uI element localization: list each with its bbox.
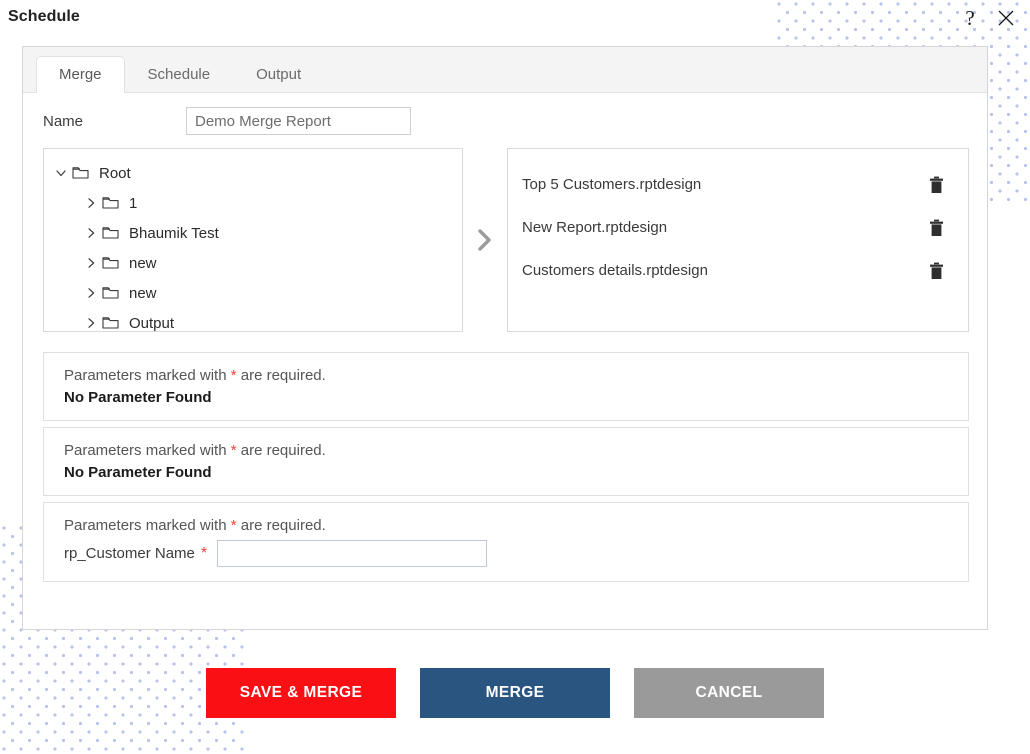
parameter-hint-before: Parameters marked with: [64, 367, 231, 384]
selected-report-name: Customers details.rptdesign: [522, 262, 708, 279]
parameter-section-2: Parameters marked with * are required. N…: [43, 427, 969, 496]
rp-customer-name-input[interactable]: [217, 540, 488, 567]
parameter-hint-after: are required.: [236, 367, 326, 384]
list-item[interactable]: Top 5 Customers.rptdesign: [508, 163, 968, 206]
folder-icon: [100, 194, 121, 212]
tree-node-1[interactable]: 1: [44, 188, 462, 218]
tab-merge[interactable]: Merge: [36, 56, 125, 93]
required-asterisk: *: [200, 544, 208, 562]
tree-node-label: 1: [129, 194, 138, 212]
tree-node-label: new: [129, 254, 157, 272]
parameter-hint: Parameters marked with * are required.: [64, 367, 968, 384]
folder-icon: [70, 164, 91, 182]
tree-node-label: Output: [129, 314, 175, 332]
chevron-right-icon[interactable]: [82, 194, 100, 212]
selected-report-name: Top 5 Customers.rptdesign: [522, 176, 702, 193]
trash-icon[interactable]: [926, 174, 946, 196]
tree-node-label: new: [129, 284, 157, 302]
page-title: Schedule: [8, 8, 80, 25]
parameter-hint-before: Parameters marked with: [64, 517, 231, 534]
schedule-dialog-panel: Merge Schedule Output Name Root: [22, 46, 988, 630]
trash-icon[interactable]: [926, 217, 946, 239]
parameter-section-3: Parameters marked with * are required. r…: [43, 502, 969, 582]
name-row: Name: [23, 93, 987, 135]
cancel-button[interactable]: CANCEL: [634, 668, 824, 718]
parameter-field-label: rp_Customer Name: [64, 545, 195, 562]
chevron-right-icon[interactable]: [82, 284, 100, 302]
tree-node-root[interactable]: Root: [44, 158, 462, 188]
name-label: Name: [43, 112, 84, 130]
parameter-hint-after: are required.: [236, 517, 326, 534]
parameter-hint: Parameters marked with * are required.: [64, 517, 968, 534]
parameter-section-1: Parameters marked with * are required. N…: [43, 352, 969, 421]
tree-node-new-2[interactable]: new: [44, 278, 462, 308]
tree-node-label: Bhaumik Test: [129, 224, 219, 242]
folder-tree-panel[interactable]: Root 1 Bhaumik Test new new Output: [43, 148, 463, 332]
parameters-area: Parameters marked with * are required. N…: [23, 332, 987, 582]
merge-button[interactable]: MERGE: [420, 668, 610, 718]
folder-icon: [100, 224, 121, 242]
chevron-down-icon[interactable]: [52, 164, 70, 182]
no-parameter-found-text: No Parameter Found: [64, 389, 212, 406]
help-icon[interactable]: ?: [956, 4, 984, 32]
tree-node-bhaumik-test[interactable]: Bhaumik Test: [44, 218, 462, 248]
dialog-footer: SAVE & MERGE MERGE CANCEL: [0, 668, 1030, 718]
close-icon[interactable]: [992, 4, 1020, 32]
report-selector-area: Root 1 Bhaumik Test new new Output Top 5…: [23, 135, 987, 332]
selected-report-name: New Report.rptdesign: [522, 219, 668, 236]
list-item[interactable]: New Report.rptdesign: [508, 206, 968, 249]
no-parameter-found-text: No Parameter Found: [64, 464, 212, 481]
selected-reports-panel: Top 5 Customers.rptdesign New Report.rpt…: [507, 148, 969, 332]
tree-node-output[interactable]: Output: [44, 308, 462, 332]
chevron-right-icon[interactable]: [82, 254, 100, 272]
folder-icon: [100, 314, 121, 331]
chevron-right-icon[interactable]: [82, 224, 100, 242]
folder-icon: [100, 284, 121, 302]
folder-icon: [100, 254, 121, 272]
parameter-hint-after: are required.: [236, 442, 326, 459]
list-item[interactable]: Customers details.rptdesign: [508, 249, 968, 292]
trash-icon[interactable]: [926, 260, 946, 282]
parameter-hint: Parameters marked with * are required.: [64, 442, 968, 459]
tree-node-new-1[interactable]: new: [44, 248, 462, 278]
tab-output[interactable]: Output: [233, 56, 324, 92]
merge-name-input[interactable]: [186, 107, 411, 135]
tab-schedule[interactable]: Schedule: [125, 56, 234, 92]
chevron-right-icon[interactable]: [82, 314, 100, 331]
move-to-selected-button[interactable]: [463, 148, 507, 332]
parameter-field-row: rp_Customer Name *: [64, 540, 968, 567]
tree-node-label: Root: [99, 164, 131, 182]
parameter-hint-before: Parameters marked with: [64, 442, 231, 459]
tab-strip: Merge Schedule Output: [23, 47, 987, 93]
save-and-merge-button[interactable]: SAVE & MERGE: [206, 668, 396, 718]
